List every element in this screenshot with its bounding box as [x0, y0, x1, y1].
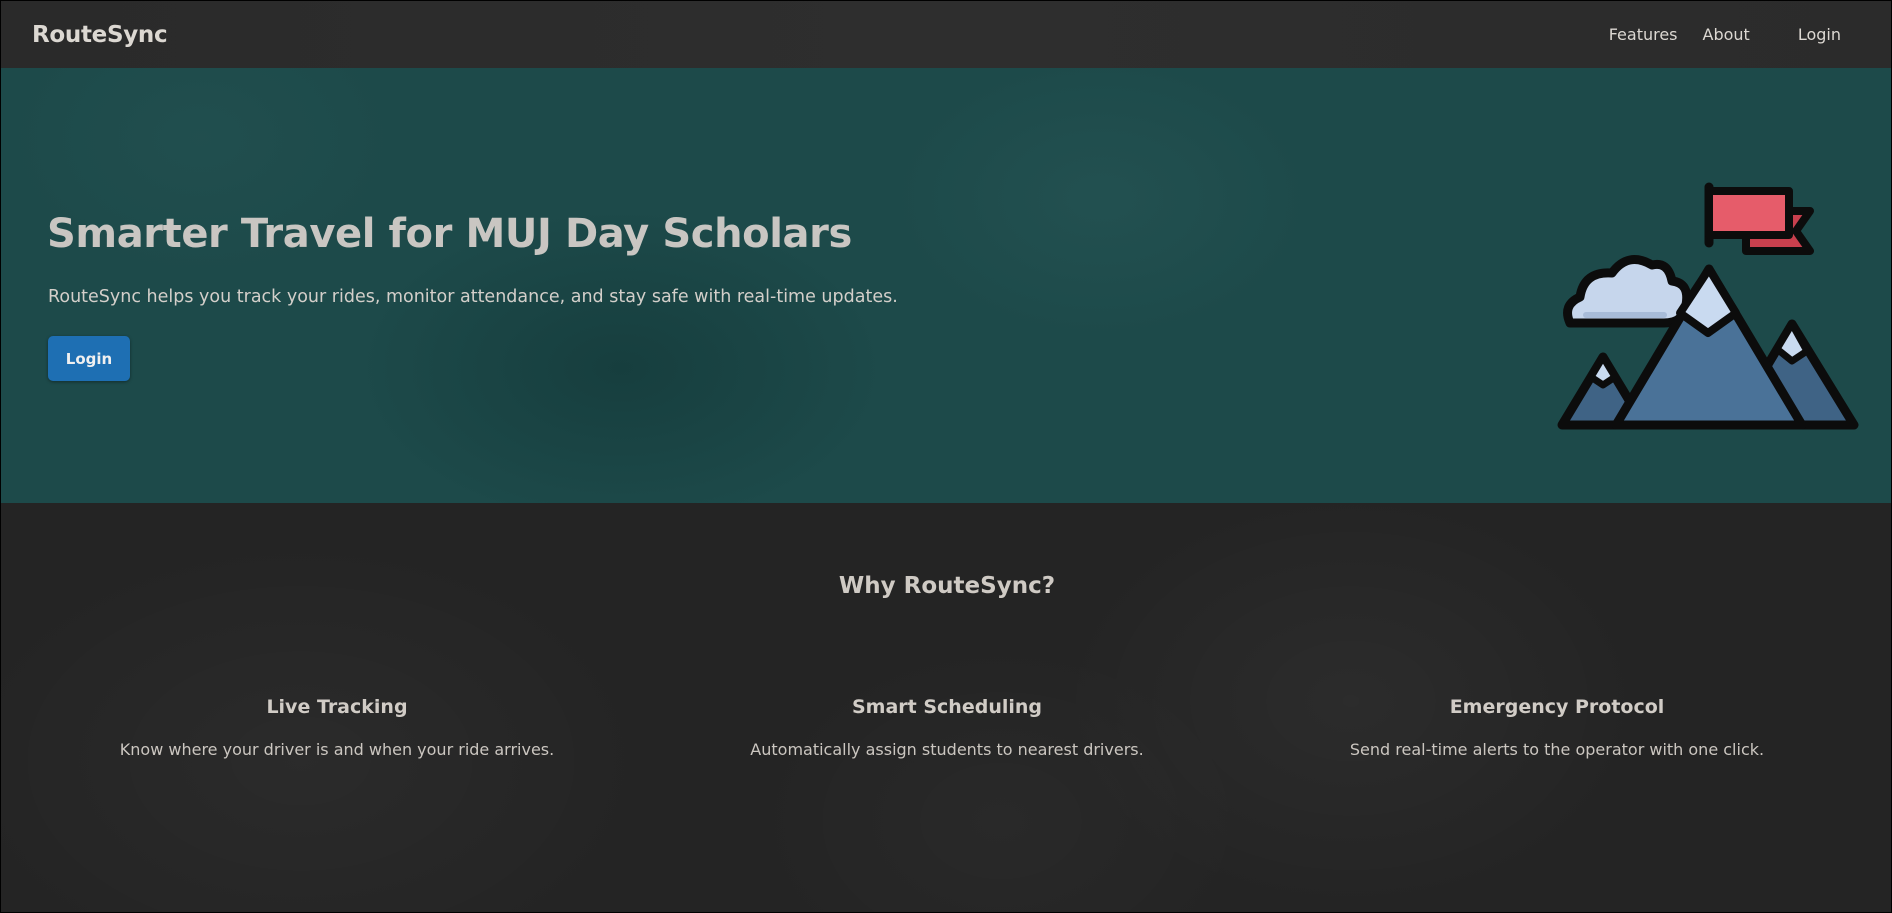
nav-link-login[interactable]: Login: [1798, 25, 1841, 44]
hero-section: Smarter Travel for MUJ Day Scholars Rout…: [1, 68, 1891, 503]
hero-login-button[interactable]: Login: [48, 336, 130, 381]
brand-logo[interactable]: RouteSync: [32, 22, 168, 48]
feature-description: Know where your driver is and when your …: [119, 740, 555, 759]
cloud-icon: [1563, 255, 1692, 328]
nav-links: Features About Login: [1609, 25, 1860, 44]
hero-title: Smarter Travel for MUJ Day Scholars: [47, 211, 852, 257]
feature-card-live-tracking: Live Tracking Know where your driver is …: [32, 696, 642, 759]
hero-subtitle: RouteSync helps you track your rides, mo…: [48, 287, 898, 307]
feature-title: Smart Scheduling: [851, 696, 1042, 718]
page: RouteSync Features About Login Smarter T…: [0, 0, 1892, 913]
feature-card-emergency-protocol: Emergency Protocol Send real-time alerts…: [1252, 696, 1862, 759]
feature-title: Emergency Protocol: [1449, 696, 1665, 718]
feature-description: Automatically assign students to nearest…: [750, 740, 1144, 759]
feature-card-smart-scheduling: Smart Scheduling Automatically assign st…: [642, 696, 1252, 759]
nav-link-features[interactable]: Features: [1609, 25, 1678, 44]
features-title: Why RouteSync?: [838, 573, 1056, 599]
feature-description: Send real-time alerts to the operator wi…: [1349, 740, 1765, 759]
nav-link-about[interactable]: About: [1703, 25, 1750, 44]
navbar: RouteSync Features About Login: [1, 1, 1891, 68]
feature-title: Live Tracking: [266, 696, 408, 718]
mountain-flag-icon: [1557, 182, 1859, 430]
